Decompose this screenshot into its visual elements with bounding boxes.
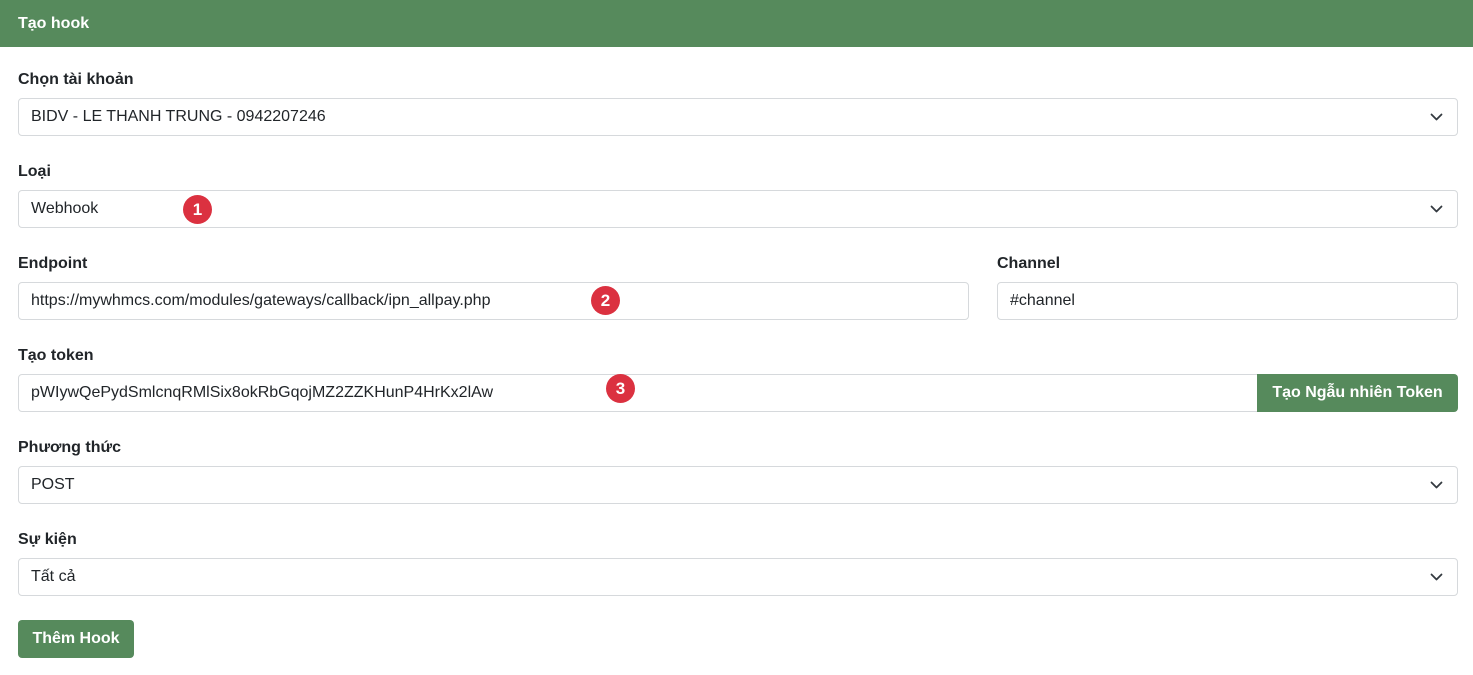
account-label: Chọn tài khoản — [18, 71, 134, 88]
type-select-value: Webhook — [31, 200, 99, 217]
endpoint-input[interactable]: https://mywhmcs.com/modules/gateways/cal… — [18, 282, 969, 320]
card-header: Tạo hook — [0, 0, 1473, 47]
step-badge-1: 1 — [183, 195, 212, 224]
type-label: Loại — [18, 163, 51, 180]
account-select[interactable]: BIDV - LE THANH TRUNG - 0942207246 — [18, 98, 1458, 136]
method-select-value: POST — [31, 476, 75, 493]
token-input[interactable]: pWIywQePydSmlcnqRMlSix8okRbGqojMZ2ZZKHun… — [18, 374, 1258, 412]
method-select[interactable]: POST — [18, 466, 1458, 504]
event-select-value: Tất cả — [31, 568, 76, 585]
channel-label: Channel — [997, 255, 1061, 272]
token-label: Tạo token — [18, 347, 94, 364]
event-label: Sự kiện — [18, 531, 77, 548]
chevron-down-icon — [1430, 205, 1443, 213]
method-label: Phương thức — [18, 439, 121, 456]
endpoint-input-value: https://mywhmcs.com/modules/gateways/cal… — [31, 292, 491, 309]
endpoint-label: Endpoint — [18, 255, 88, 272]
step-badge-3: 3 — [606, 374, 635, 403]
chevron-down-icon — [1430, 481, 1443, 489]
event-select[interactable]: Tất cả — [18, 558, 1458, 596]
chevron-down-icon — [1430, 113, 1443, 121]
generate-token-button[interactable]: Tạo Ngẫu nhiên Token — [1257, 374, 1458, 412]
type-select[interactable]: Webhook — [18, 190, 1458, 228]
card-title: Tạo hook — [18, 14, 90, 32]
step-badge-2: 2 — [591, 286, 620, 315]
account-select-value: BIDV - LE THANH TRUNG - 0942207246 — [31, 108, 326, 125]
token-input-value: pWIywQePydSmlcnqRMlSix8okRbGqojMZ2ZZKHun… — [31, 384, 494, 401]
add-hook-button[interactable]: Thêm Hook — [18, 620, 134, 658]
channel-input[interactable]: #channel — [997, 282, 1458, 320]
channel-input-value: #channel — [1010, 292, 1075, 309]
chevron-down-icon — [1430, 573, 1443, 581]
